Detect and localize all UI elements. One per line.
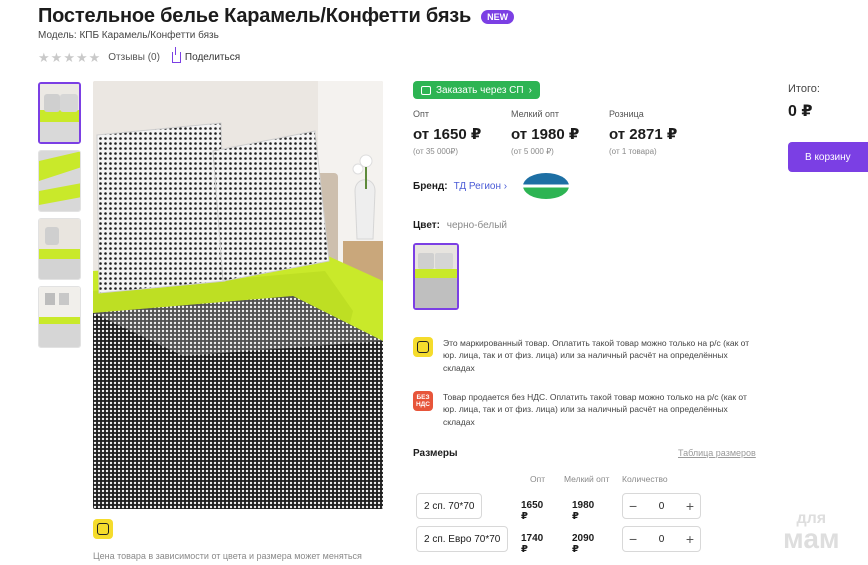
thumbnail-2[interactable]: [38, 150, 81, 212]
reviews-link[interactable]: Отзывы (0): [108, 52, 160, 63]
cart-icon: [421, 85, 431, 95]
share-button[interactable]: Поделиться: [171, 47, 241, 63]
share-icon: [171, 47, 181, 63]
marking-icon: [93, 519, 113, 539]
color-value: черно-белый: [446, 220, 507, 231]
thumbnail-3[interactable]: [38, 218, 81, 280]
color-label: Цвет:: [413, 220, 440, 231]
price-retail: Розница от 2871 ₽ (от 1 товара): [609, 109, 707, 156]
no-vat-notice-text: Товар продается без НДС. Оплатить такой …: [443, 392, 747, 427]
total-value: 0 ₽: [788, 103, 813, 120]
title-row: Постельное белье Карамель/Конфетти бязь …: [38, 5, 515, 28]
brand-row: Бренд: ТД Регион ›: [413, 173, 570, 199]
product-title: Постельное белье Карамель/Конфетти бязь: [38, 5, 472, 27]
thumbnail-list: [38, 82, 81, 348]
new-badge: NEW: [481, 9, 515, 24]
color-row: Цвет: черно-белый: [413, 220, 507, 231]
col-header-opt: Опт: [530, 474, 546, 484]
star-icon: ★: [88, 50, 101, 65]
price-columns: Опт от 1650 ₽ (от 35 000₽) Мелкий опт от…: [413, 109, 707, 156]
thumbnail-4[interactable]: [38, 286, 81, 348]
no-vat-notice: БЕЗ НДС Товар продается без НДС. Оплатит…: [413, 391, 758, 428]
no-vat-icon: БЕЗ НДС: [413, 391, 433, 411]
price-label: Опт: [413, 109, 429, 119]
brand-logo[interactable]: [523, 173, 570, 199]
brand-link[interactable]: ТД Регион ›: [454, 181, 508, 192]
price-small-opt: Мелкий опт от 1980 ₽ (от 5 000 ₽): [511, 109, 609, 156]
star-icon: ★: [63, 50, 75, 65]
chevron-right-icon: ›: [528, 84, 532, 96]
share-label: Поделиться: [184, 52, 241, 63]
quantity-value[interactable]: 0: [659, 534, 665, 545]
thumbnail-1[interactable]: [38, 82, 81, 144]
size-table-link[interactable]: Таблица размеров: [678, 448, 756, 458]
bed-side-thumbnail-image: [39, 219, 80, 279]
fabric-thumbnail-image: [39, 151, 80, 211]
product-model: Модель: КПБ Карамель/Конфетти бязь: [38, 30, 219, 41]
order-sp-label: Заказать через СП: [436, 84, 524, 96]
rating-stars: ★ ★ ★ ★ ★: [38, 51, 100, 64]
bedroom-thumbnail-image: [39, 287, 80, 347]
price-value: от 2871 ₽: [609, 126, 678, 143]
price-label: Мелкий опт: [511, 109, 560, 119]
size-small-opt-price: 2090 ₽: [572, 533, 595, 555]
price-opt: Опт от 1650 ₽ (от 35 000₽): [413, 109, 511, 156]
meta-row: ★ ★ ★ ★ ★ Отзывы (0) Поделиться: [38, 47, 241, 64]
star-icon: ★: [38, 50, 50, 65]
marking-notice-text: Это маркированный товар. Оплатить такой …: [443, 338, 750, 373]
total-label: Итого:: [788, 83, 820, 95]
site-watermark: для мам: [783, 510, 840, 555]
size-name[interactable]: 2 сп. Евро 70*70: [416, 526, 509, 552]
sizes-title: Размеры: [413, 448, 458, 459]
order-sp-button[interactable]: Заказать через СП ›: [413, 81, 540, 99]
brand-name: ТД Регион: [453, 180, 502, 192]
price-condition: (от 1 товара): [609, 147, 657, 156]
quantity-stepper: − 0 +: [622, 493, 701, 519]
col-header-qty: Количество: [622, 474, 668, 484]
marking-icon: [413, 337, 433, 357]
plus-icon[interactable]: +: [686, 498, 694, 514]
star-icon: ★: [75, 50, 88, 65]
color-swatch[interactable]: [413, 243, 459, 310]
quantity-value[interactable]: 0: [659, 501, 665, 512]
bedding-photo: [93, 81, 383, 509]
size-opt-price: 1740 ₽: [521, 533, 544, 555]
size-small-opt-price: 1980 ₽: [572, 500, 595, 522]
price-condition: (от 5 000 ₽): [511, 147, 554, 156]
size-opt-price: 1650 ₽: [521, 500, 544, 522]
price-note: Цена товара в зависимости от цвета и раз…: [93, 551, 362, 561]
price-value: от 1650 ₽: [413, 126, 482, 143]
marking-notice: Это маркированный товар. Оплатить такой …: [413, 337, 758, 374]
bed-thumbnail-image: [40, 84, 79, 142]
plus-icon[interactable]: +: [686, 531, 694, 547]
price-label: Розница: [609, 109, 644, 119]
star-icon: ★: [50, 50, 63, 65]
minus-icon[interactable]: −: [629, 498, 637, 514]
swatch-image: [415, 245, 457, 308]
add-to-cart-button[interactable]: В корзину: [788, 142, 868, 172]
chevron-right-icon: ›: [503, 180, 508, 192]
col-header-small-opt: Мелкий опт: [564, 474, 610, 484]
price-condition: (от 35 000₽): [413, 147, 459, 156]
watermark-line-2: мам: [783, 523, 840, 555]
quantity-stepper: − 0 +: [622, 526, 701, 552]
size-name[interactable]: 2 сп. 70*70: [416, 493, 483, 519]
brand-label: Бренд:: [413, 180, 448, 192]
main-product-photo[interactable]: [93, 81, 383, 509]
price-value: от 1980 ₽: [511, 126, 580, 143]
minus-icon[interactable]: −: [629, 531, 637, 547]
